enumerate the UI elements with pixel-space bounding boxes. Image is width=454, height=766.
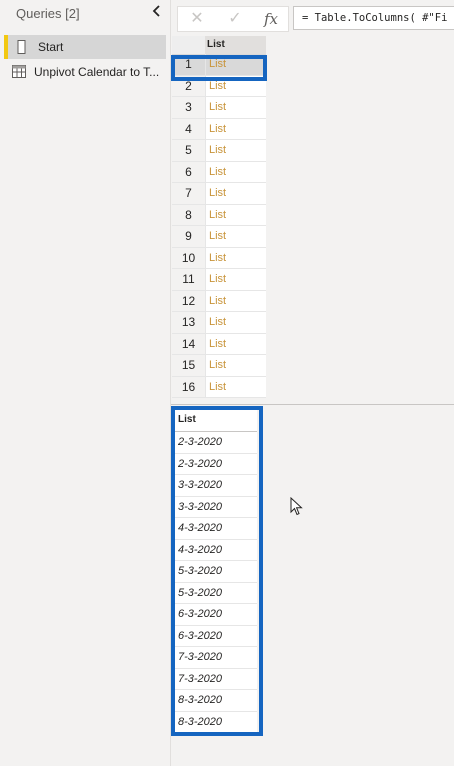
table-icon <box>12 65 26 78</box>
commit-icon[interactable]: ✓ <box>226 10 244 28</box>
queries-title: Queries [2] <box>16 6 80 21</box>
grid-header: List <box>172 36 266 54</box>
list-cell-link[interactable]: List <box>205 247 266 268</box>
list-cell-link[interactable]: List <box>205 269 266 290</box>
query-results-grid: List 1 List 2 List 3 List 4 List 5 List 6 List 7 List… <box>172 36 266 398</box>
formula-input[interactable]: = Table.ToColumns( #"Fi <box>293 6 454 30</box>
list-cell-link[interactable]: List <box>205 183 266 204</box>
table-row[interactable]: 4 List <box>172 118 266 140</box>
row-index[interactable]: 14 <box>172 333 205 354</box>
row-index[interactable]: 16 <box>172 376 205 397</box>
list-cell-link[interactable]: List <box>205 97 266 118</box>
row-index[interactable]: 3 <box>172 97 205 118</box>
row-index[interactable]: 7 <box>172 183 205 204</box>
queries-pane: Queries [2] Start Unpivot Calendar to T.… <box>0 0 170 766</box>
row-index[interactable]: 10 <box>172 247 205 268</box>
query-item-label: Unpivot Calendar to T... <box>34 65 160 79</box>
cancel-icon[interactable]: ✕ <box>188 10 206 28</box>
table-row[interactable]: 13 List <box>172 312 266 334</box>
table-row[interactable]: 12 List <box>172 290 266 312</box>
list-cell-link[interactable]: List <box>205 226 266 247</box>
list-cell-link[interactable]: List <box>205 118 266 139</box>
list-cell-link[interactable]: List <box>205 140 266 161</box>
list-preview-highlight <box>171 406 263 736</box>
row-index[interactable]: 4 <box>172 118 205 139</box>
preview-splitter[interactable] <box>171 404 454 405</box>
table-row[interactable]: 11 List <box>172 269 266 291</box>
list-cell-link[interactable]: List <box>205 355 266 376</box>
table-row[interactable]: 8 List <box>172 204 266 226</box>
formula-bar-buttons: ✕ ✓ fx <box>177 6 289 32</box>
table-row[interactable]: 5 List <box>172 140 266 162</box>
fx-button[interactable]: fx <box>262 10 280 28</box>
row-1-highlight <box>171 55 267 81</box>
table-row[interactable]: 7 List <box>172 183 266 205</box>
list-cell-link[interactable]: List <box>205 376 266 397</box>
list-cell-link[interactable]: List <box>205 312 266 333</box>
row-index[interactable]: 15 <box>172 355 205 376</box>
row-index[interactable]: 12 <box>172 290 205 311</box>
row-index[interactable]: 6 <box>172 161 205 182</box>
row-index[interactable]: 8 <box>172 204 205 225</box>
list-cell-link[interactable]: List <box>205 333 266 354</box>
list-cell-link[interactable]: List <box>205 290 266 311</box>
list-cell-link[interactable]: List <box>205 204 266 225</box>
table-row[interactable]: 6 List <box>172 161 266 183</box>
query-item-unpivot-calendar[interactable]: Unpivot Calendar to T... <box>4 60 166 84</box>
table-row[interactable]: 16 List <box>172 376 266 398</box>
chevron-left-icon[interactable] <box>150 4 164 18</box>
row-index[interactable]: 11 <box>172 269 205 290</box>
row-index[interactable]: 9 <box>172 226 205 247</box>
table-row[interactable]: 15 List <box>172 355 266 377</box>
blank-query-icon <box>17 40 26 54</box>
query-item-label: Start <box>38 40 64 54</box>
row-index[interactable]: 5 <box>172 140 205 161</box>
table-row[interactable]: 9 List <box>172 226 266 248</box>
table-row[interactable]: 10 List <box>172 247 266 269</box>
list-cell-link[interactable]: List <box>205 161 266 182</box>
row-index[interactable]: 13 <box>172 312 205 333</box>
query-item-start[interactable]: Start <box>4 35 166 59</box>
table-row[interactable]: 14 List <box>172 333 266 355</box>
mouse-cursor-icon <box>290 497 303 516</box>
table-row[interactable]: 3 List <box>172 97 266 119</box>
column-header-list[interactable]: List <box>207 39 225 50</box>
select-all-corner[interactable] <box>172 36 205 54</box>
